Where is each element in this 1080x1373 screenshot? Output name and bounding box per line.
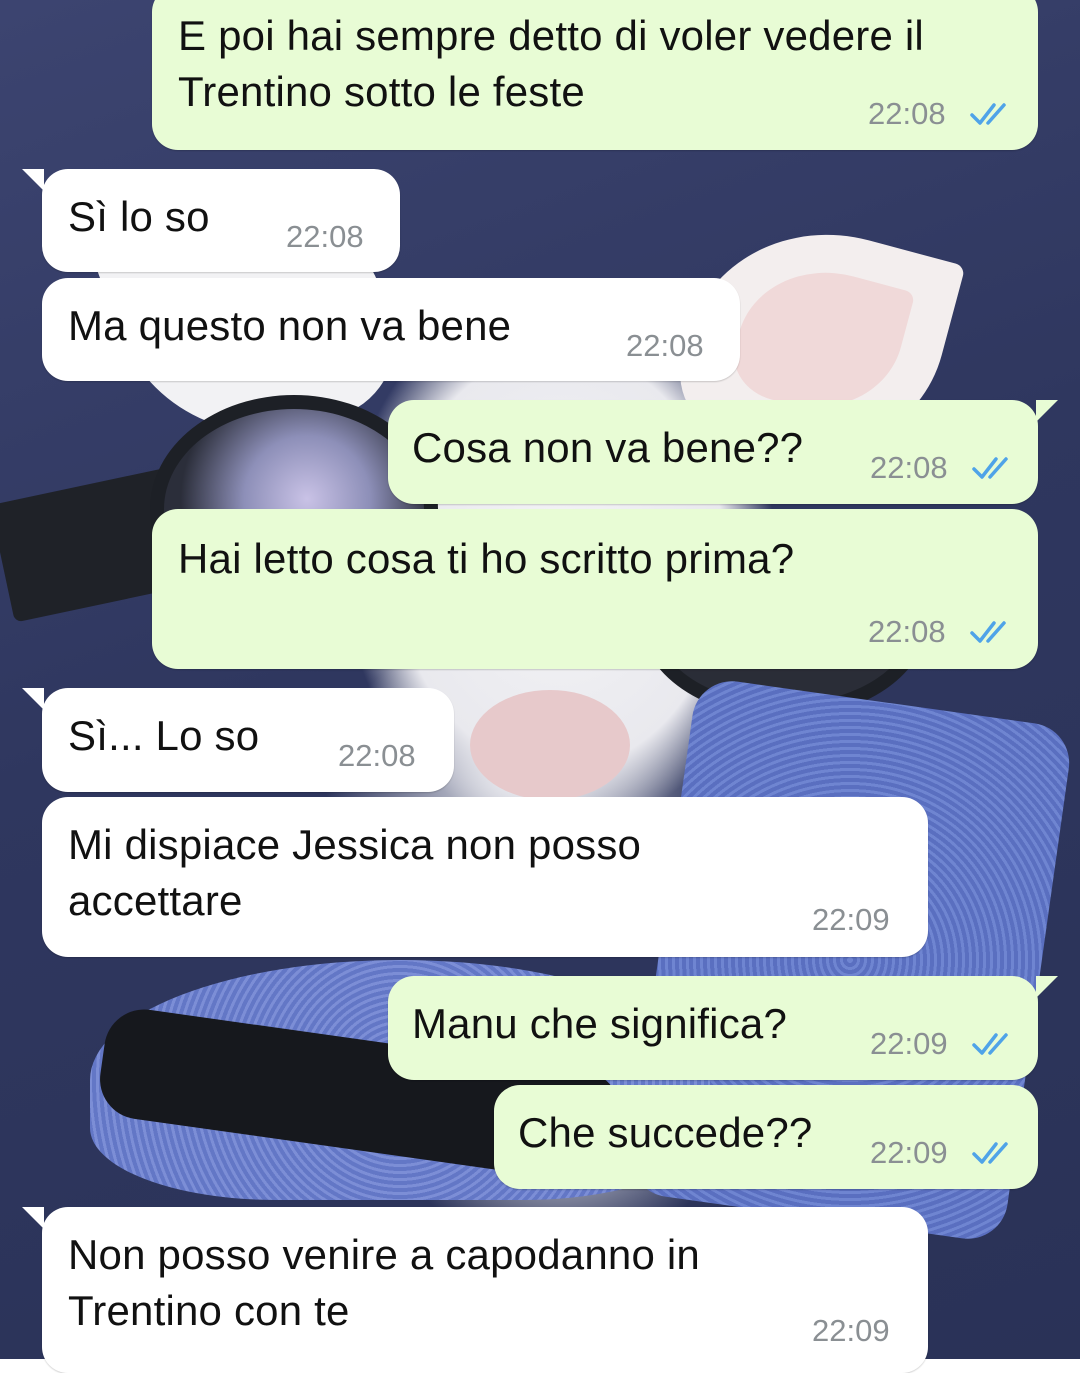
message-bubble-incoming[interactable]: Ma questo non va bene 22:08 [42, 278, 740, 381]
message-text: Hai letto cosa ti ho scritto prima? [178, 535, 795, 582]
message-text: Che succede?? [518, 1109, 813, 1156]
message-text: Ma questo non va bene [68, 302, 512, 349]
message-text: Cosa non va bene?? [412, 424, 804, 471]
message-bubble-outgoing[interactable]: Che succede?? 22:09 [494, 1085, 1038, 1189]
message-text: Sì lo so [68, 193, 210, 240]
message-text: Manu che significa? [412, 1000, 788, 1047]
message-timestamp: 22:09 [870, 1135, 948, 1170]
message-timestamp: 22:09 [870, 1026, 948, 1061]
message-timestamp: 22:08 [868, 96, 946, 131]
message-timestamp: 22:08 [286, 219, 364, 254]
double-check-read-icon [970, 103, 1006, 125]
message-bubble-outgoing[interactable]: E poi hai sempre detto di voler vedere i… [152, 0, 1038, 150]
message-timestamp: 22:08 [868, 614, 946, 649]
message-timestamp: 22:08 [626, 328, 704, 363]
message-timestamp: 22:08 [338, 738, 416, 773]
message-text: Mi dispiace Jessica non posso accettare [68, 821, 642, 924]
message-bubble-outgoing[interactable]: Hai letto cosa ti ho scritto prima? 22:0… [152, 509, 1038, 669]
message-text: Non posso venire a capodanno in Trentino… [68, 1231, 700, 1334]
double-check-read-icon [972, 457, 1008, 479]
chat-message-list[interactable]: E poi hai sempre detto di voler vedere i… [0, 0, 1080, 1373]
double-check-read-icon [972, 1142, 1008, 1164]
double-check-read-icon [972, 1033, 1008, 1055]
double-check-read-icon [970, 621, 1006, 643]
message-text: Sì... Lo so [68, 712, 260, 759]
message-bubble-outgoing[interactable]: Cosa non va bene?? 22:08 [388, 400, 1058, 504]
message-timestamp: 22:09 [812, 902, 890, 937]
message-text: E poi hai sempre detto di voler vedere i… [178, 12, 924, 115]
message-timestamp: 22:08 [870, 450, 948, 485]
message-bubble-incoming[interactable]: Sì lo so 22:08 [22, 169, 400, 272]
message-timestamp: 22:09 [812, 1313, 890, 1348]
message-bubble-incoming[interactable]: Sì... Lo so 22:08 [22, 688, 454, 792]
message-bubble-outgoing[interactable]: Manu che significa? 22:09 [388, 976, 1058, 1080]
message-bubble-incoming[interactable]: Non posso venire a capodanno in Trentino… [22, 1207, 928, 1373]
message-bubble-incoming[interactable]: Mi dispiace Jessica non posso accettare … [42, 797, 928, 957]
